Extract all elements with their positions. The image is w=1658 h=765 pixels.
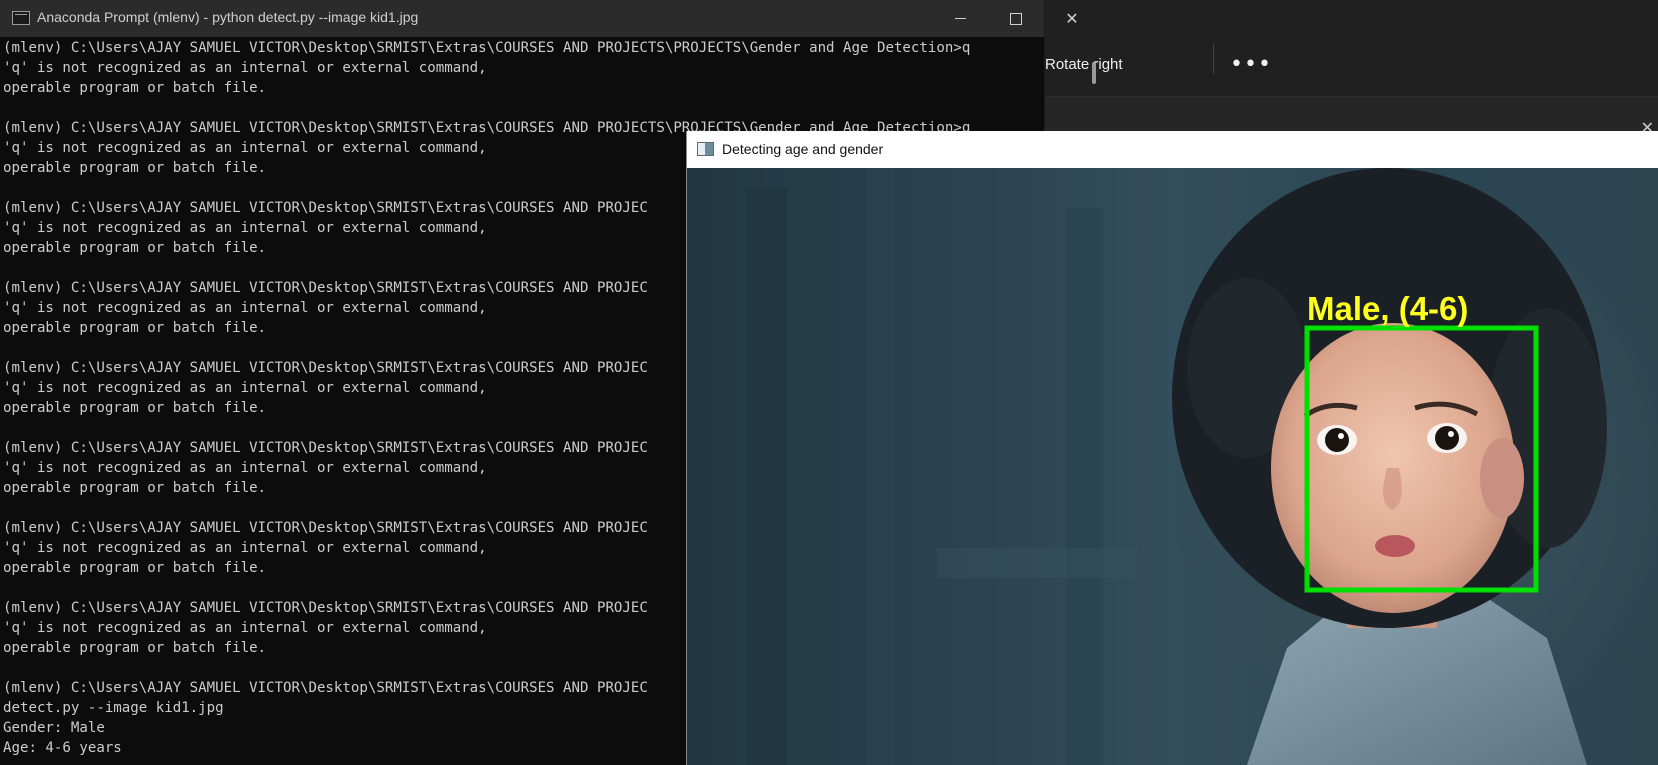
console-line: operable program or batch file. [3, 80, 267, 96]
console-titlebar: Anaconda Prompt (mlenv) - python detect.… [0, 0, 1079, 37]
detection-window: Detecting age and gender Male, (4-6) [686, 131, 1658, 765]
console-line: 'q' is not recognized as an internal or … [3, 60, 487, 76]
more-options-button[interactable]: ••• [1230, 44, 1271, 84]
photo-viewer-toolbar: ↻ Rotate right ••• [1045, 0, 1658, 97]
detection-window-titlebar: Detecting age and gender [687, 131, 1658, 168]
minimize-button[interactable] [932, 0, 988, 37]
maximize-button[interactable] [988, 0, 1044, 37]
rotate-right-button[interactable]: ↻ Rotate right [1045, 44, 1123, 84]
detection-label: Male, (4-6) [1307, 290, 1468, 327]
close-button[interactable]: ✕ [1044, 0, 1100, 37]
minimize-icon [954, 18, 966, 19]
rotate-right-label: Rotate right [1045, 55, 1123, 73]
detection-window-title: Detecting age and gender [722, 141, 884, 157]
toolbar-separator [1213, 44, 1214, 74]
detection-image-canvas: Male, (4-6) [687, 168, 1658, 765]
console-title: Anaconda Prompt (mlenv) - python detect.… [37, 9, 419, 25]
app-window-icon [697, 142, 714, 156]
console-line: (mlenv) C:\Users\AJAY SAMUEL VICTOR\Desk… [3, 40, 971, 56]
console-scrollbar-thumb[interactable] [1092, 62, 1096, 84]
terminal-icon [12, 11, 30, 25]
detection-image: Male, (4-6) [687, 168, 1658, 765]
maximize-icon [1010, 12, 1022, 25]
